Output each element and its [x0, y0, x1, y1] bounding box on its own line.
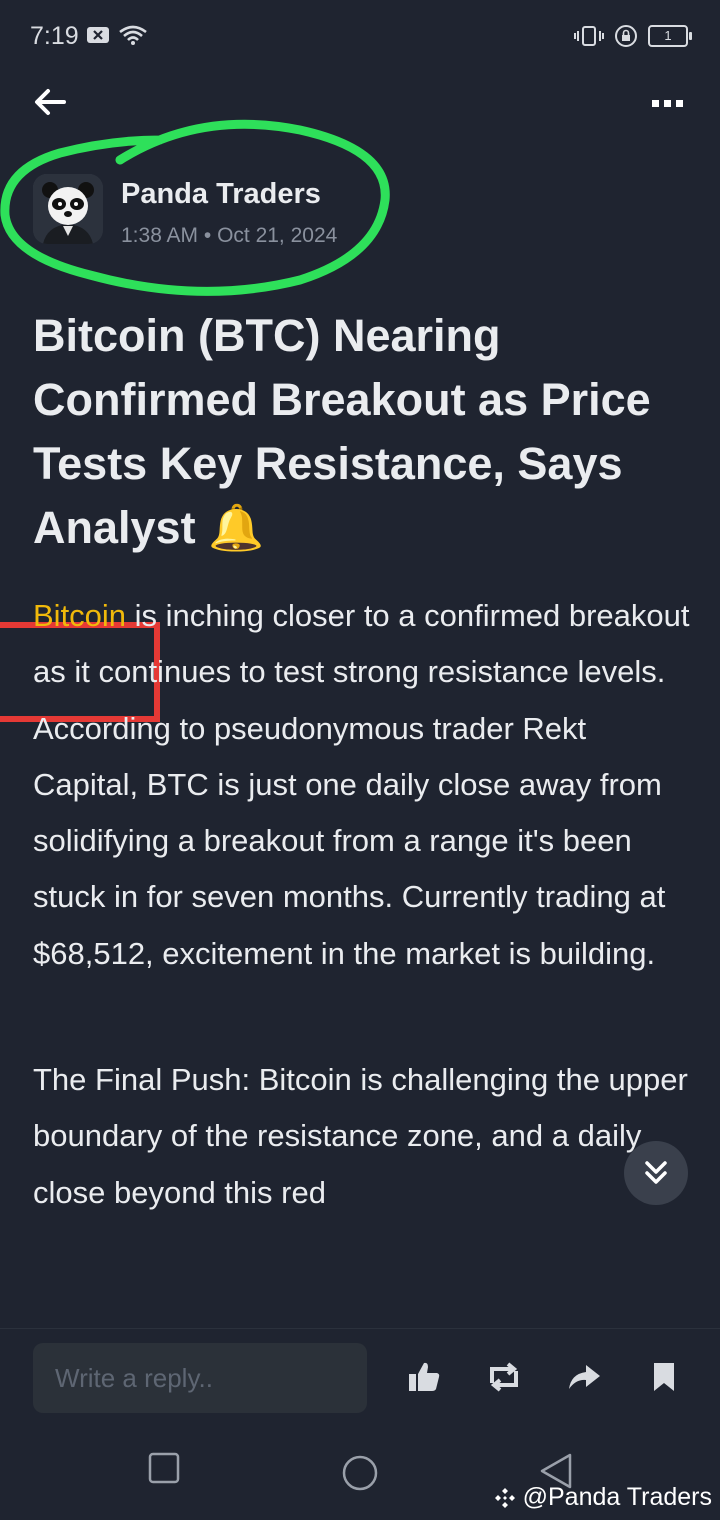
status-right-icons: 1	[574, 24, 692, 48]
binance-logo-icon	[494, 1487, 515, 1508]
bookmark-icon	[654, 1363, 674, 1391]
battery-icon: 1	[648, 25, 692, 47]
square-icon	[148, 1452, 180, 1484]
status-left-icons	[86, 24, 148, 46]
thumbs-up-icon	[409, 1362, 440, 1391]
more-dots-icon	[652, 100, 683, 107]
notification-x-icon	[87, 27, 109, 43]
back-button[interactable]	[30, 82, 74, 122]
article-body: Bitcoin is inching closer to a confirmed…	[33, 588, 698, 1221]
vibrate-icon	[574, 26, 604, 46]
status-bar: 7:19 1	[0, 0, 720, 78]
repost-icon	[490, 1362, 518, 1392]
more-options-button[interactable]	[646, 82, 690, 122]
post-timestamp: 1:38 AM • Oct 21, 2024	[121, 224, 338, 247]
panda-avatar-icon	[33, 174, 103, 244]
double-chevron-down-icon	[645, 1161, 667, 1184]
bookmark-button[interactable]	[644, 1357, 684, 1397]
system-nav-bar: @Panda Traders	[0, 1430, 720, 1520]
share-arrow-icon	[569, 1365, 600, 1389]
watermark-text: @Panda Traders	[522, 1483, 712, 1511]
reply-input[interactable]	[33, 1343, 367, 1413]
like-button[interactable]	[404, 1357, 444, 1397]
paragraph-1-text: is inching closer to a confirmed breakou…	[33, 598, 690, 971]
author-name[interactable]: Panda Traders	[121, 178, 321, 211]
author-block: Panda Traders 1:38 AM • Oct 21, 2024	[33, 172, 633, 252]
paragraph-1: Bitcoin is inching closer to a confirmed…	[33, 588, 698, 982]
arrow-left-icon	[35, 89, 66, 115]
recents-button[interactable]	[148, 1452, 180, 1489]
avatar[interactable]	[33, 174, 103, 244]
reply-bar	[0, 1328, 720, 1429]
top-nav	[0, 78, 720, 128]
watermark: @Panda Traders	[493, 1483, 712, 1512]
bitcoin-link[interactable]: Bitcoin	[33, 598, 126, 633]
status-time: 7:19	[30, 22, 79, 50]
circle-icon	[342, 1455, 378, 1491]
screen: 7:19 1 Panda Traders 1:38 AM • Oct 21, 2…	[0, 0, 720, 1520]
lock-rotation-icon	[615, 25, 637, 47]
scroll-down-button[interactable]	[624, 1141, 688, 1205]
article-headline: Bitcoin (BTC) Nearing Confirmed Breakout…	[33, 310, 651, 553]
wifi-icon	[119, 25, 147, 45]
paragraph-2: The Final Push: Bitcoin is challenging t…	[33, 1062, 688, 1210]
share-button[interactable]	[564, 1357, 604, 1397]
repost-button[interactable]	[484, 1357, 524, 1397]
home-button[interactable]	[341, 1454, 379, 1497]
